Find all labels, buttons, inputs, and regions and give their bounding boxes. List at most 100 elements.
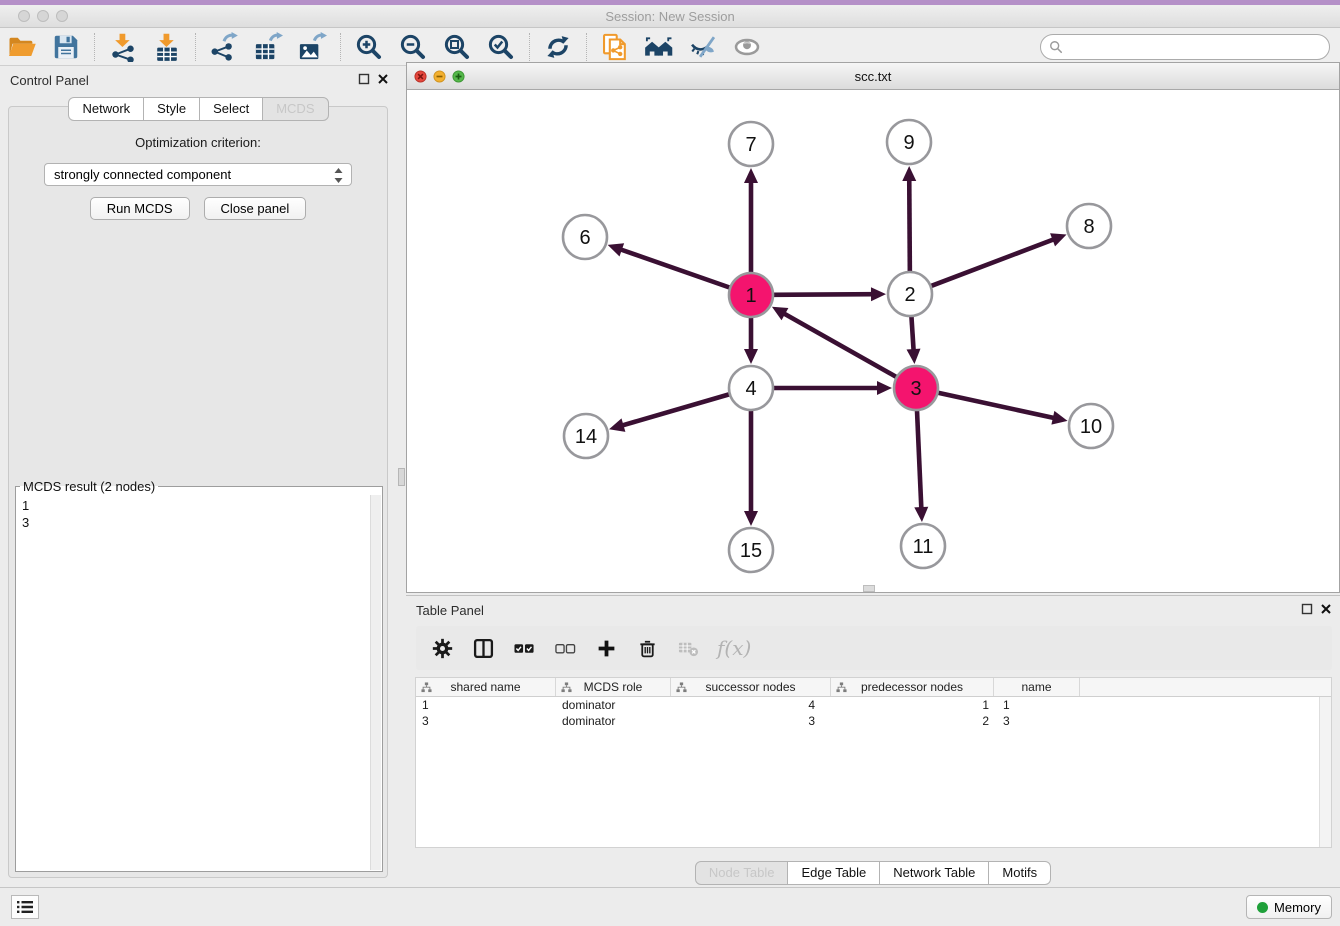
graph-edge-4-14[interactable] bbox=[621, 394, 730, 426]
tab-network[interactable]: Network bbox=[68, 97, 144, 121]
graph-edge-2-9[interactable] bbox=[909, 178, 910, 272]
graph-edge-3-11[interactable] bbox=[917, 410, 921, 510]
graph-edge-2-3[interactable] bbox=[911, 316, 913, 352]
tab-mcds[interactable]: MCDS bbox=[262, 97, 328, 121]
graph-edge-1-2[interactable] bbox=[773, 294, 874, 295]
table-scrollbar[interactable] bbox=[1319, 697, 1331, 847]
table-cell[interactable]: 3 bbox=[671, 713, 831, 729]
table-panel-header: Table Panel bbox=[406, 596, 1340, 624]
search-input[interactable] bbox=[1063, 37, 1329, 57]
function-builder-button-disabled[interactable]: f(x) bbox=[717, 636, 751, 660]
float-panel-icon[interactable] bbox=[358, 73, 370, 85]
table-cell[interactable]: 4 bbox=[671, 697, 831, 713]
toolbar-separator bbox=[529, 33, 530, 61]
canvas-splitter-handle[interactable] bbox=[863, 585, 875, 592]
export-image-button[interactable] bbox=[290, 30, 334, 64]
search-box[interactable] bbox=[1040, 34, 1330, 60]
zoom-in-button[interactable] bbox=[347, 30, 391, 64]
tab-network-table[interactable]: Network Table bbox=[879, 861, 989, 885]
graph-arrowhead-2-3 bbox=[907, 349, 921, 364]
network-from-selection-button[interactable] bbox=[593, 30, 637, 64]
tab-edge-table[interactable]: Edge Table bbox=[787, 861, 880, 885]
import-table-button[interactable] bbox=[145, 30, 189, 64]
graph-edge-3-10[interactable] bbox=[937, 393, 1055, 419]
table-row[interactable]: 3dominator323 bbox=[416, 713, 1331, 729]
trash-icon bbox=[637, 638, 658, 659]
zoom-out-button[interactable] bbox=[391, 30, 435, 64]
column-header-shared-name[interactable]: shared name bbox=[416, 678, 556, 696]
table-row[interactable]: 1dominator411 bbox=[416, 697, 1331, 713]
graph-edge-3-1[interactable] bbox=[782, 313, 896, 378]
run-mcds-button[interactable]: Run MCDS bbox=[90, 197, 190, 220]
delete-table-button-disabled[interactable] bbox=[676, 636, 700, 660]
tab-node-table[interactable]: Node Table bbox=[695, 861, 789, 885]
node-table-header: shared name MCDS role successor nodes pr… bbox=[416, 678, 1331, 697]
houses-icon bbox=[644, 32, 674, 62]
save-session-button[interactable] bbox=[44, 30, 88, 64]
graph-edge-1-6[interactable] bbox=[619, 249, 730, 288]
graph-node-label-14: 14 bbox=[575, 426, 597, 448]
hide-selected-button[interactable] bbox=[681, 30, 725, 64]
column-header-name[interactable]: name bbox=[994, 678, 1080, 696]
network-graph: 7968124314101511 bbox=[407, 90, 1339, 592]
criterion-dropdown[interactable]: strongly connected component bbox=[44, 163, 352, 186]
control-panel: Control Panel Network Style Select MCDS … bbox=[0, 66, 397, 887]
export-table-button[interactable] bbox=[246, 30, 290, 64]
table-cell[interactable]: dominator bbox=[556, 713, 671, 729]
import-network-icon bbox=[108, 32, 138, 62]
toolbar-separator bbox=[195, 33, 196, 61]
table-cell[interactable]: 1 bbox=[416, 697, 556, 713]
column-header-successor-nodes[interactable]: successor nodes bbox=[671, 678, 831, 696]
zoom-fit-button[interactable] bbox=[435, 30, 479, 64]
tab-select[interactable]: Select bbox=[199, 97, 263, 121]
result-scrollbar[interactable] bbox=[370, 495, 381, 870]
graph-edge-2-8[interactable] bbox=[931, 239, 1056, 286]
table-cell[interactable]: dominator bbox=[556, 697, 671, 713]
close-panel-button[interactable]: Close panel bbox=[204, 197, 307, 220]
task-history-button[interactable] bbox=[11, 895, 39, 919]
network-canvas[interactable]: 7968124314101511 bbox=[407, 90, 1339, 592]
graph-arrowhead-1-2 bbox=[871, 287, 886, 301]
close-table-panel-icon[interactable] bbox=[1320, 603, 1332, 615]
column-type-icon bbox=[836, 682, 847, 693]
graph-node-label-11: 11 bbox=[913, 536, 934, 558]
table-settings-button[interactable] bbox=[430, 636, 454, 660]
create-column-button[interactable] bbox=[594, 636, 618, 660]
graph-node-label-3: 3 bbox=[910, 378, 921, 400]
zoom-selected-button[interactable] bbox=[479, 30, 523, 64]
graph-node-label-10: 10 bbox=[1080, 416, 1102, 438]
column-header-mcds-role[interactable]: MCDS role bbox=[556, 678, 671, 696]
show-all-button[interactable] bbox=[725, 30, 769, 64]
export-table-icon bbox=[253, 32, 283, 62]
show-column-panel-button[interactable] bbox=[471, 636, 495, 660]
vertical-splitter-handle[interactable] bbox=[398, 468, 405, 486]
export-network-button[interactable] bbox=[202, 30, 246, 64]
table-cell[interactable]: 2 bbox=[831, 713, 994, 729]
status-bar: Memory bbox=[0, 887, 1340, 926]
node-table: shared name MCDS role successor nodes pr… bbox=[415, 677, 1332, 848]
table-cell[interactable]: 1 bbox=[994, 697, 1080, 713]
table-cell[interactable]: 3 bbox=[416, 713, 556, 729]
open-session-button[interactable] bbox=[0, 30, 44, 64]
delete-column-button[interactable] bbox=[635, 636, 659, 660]
table-cell[interactable]: 1 bbox=[831, 697, 994, 713]
node-table-body: 1dominator4113dominator323 bbox=[416, 697, 1331, 729]
column-header-predecessor-nodes[interactable]: predecessor nodes bbox=[831, 678, 994, 696]
table-cell[interactable]: 3 bbox=[994, 713, 1080, 729]
import-network-button[interactable] bbox=[101, 30, 145, 64]
tab-motifs[interactable]: Motifs bbox=[988, 861, 1051, 885]
graph-node-label-7: 7 bbox=[745, 134, 756, 156]
first-neighbors-button[interactable] bbox=[637, 30, 681, 64]
select-all-columns-button[interactable] bbox=[512, 636, 536, 660]
unselect-all-columns-button[interactable] bbox=[553, 636, 577, 660]
tab-style[interactable]: Style bbox=[143, 97, 200, 121]
graph-node-label-15: 15 bbox=[740, 540, 762, 562]
apply-layout-button[interactable] bbox=[536, 30, 580, 64]
memory-status-dot bbox=[1257, 902, 1268, 913]
mcds-result-text[interactable]: 13 bbox=[16, 494, 370, 871]
memory-button[interactable]: Memory bbox=[1246, 895, 1332, 919]
toolbar-separator bbox=[340, 33, 341, 61]
close-panel-icon[interactable] bbox=[377, 73, 389, 85]
network-frame-titlebar[interactable]: scc.txt bbox=[407, 63, 1339, 90]
float-table-panel-icon[interactable] bbox=[1301, 603, 1313, 615]
